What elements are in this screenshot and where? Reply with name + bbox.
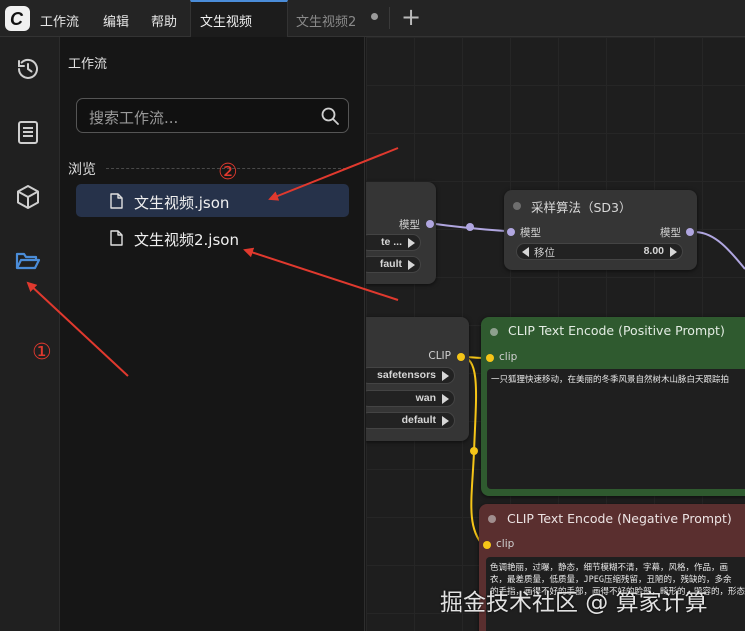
positive-prompt-node[interactable]: CLIP Text Encode (Positive Prompt) clip … — [481, 317, 745, 496]
search-placeholder: 搜索工作流... — [89, 109, 179, 127]
browse-section-label: 浏览 — [68, 162, 96, 178]
node-collapse-dot[interactable] — [513, 202, 521, 210]
widget-field[interactable]: te ... — [366, 234, 421, 251]
file-icon — [110, 230, 123, 246]
history-icon[interactable] — [13, 54, 43, 84]
tab-divider — [389, 7, 390, 29]
panel-title: 工作流 — [68, 57, 108, 72]
workflow-item-label: 文生视频2.json — [134, 231, 239, 249]
node-title: CLIP Text Encode (Positive Prompt) — [508, 323, 725, 338]
workflows-folder-icon[interactable] — [13, 246, 43, 276]
input-label: clip — [499, 351, 518, 363]
model-library-icon[interactable] — [13, 182, 43, 212]
widget-field[interactable]: fault — [366, 256, 421, 273]
menu-edit[interactable]: 编辑 — [103, 11, 129, 30]
workflow-panel: 工作流 搜索工作流... 浏览 文生视频.json 文生视频2.json — [60, 37, 365, 631]
output-slot[interactable] — [457, 353, 465, 361]
prompt-text-line: 色调艳丽，过曝，静态，细节模糊不清，字幕，风格，作品，画 — [490, 563, 729, 573]
file-icon — [110, 193, 123, 209]
node-collapse-dot[interactable] — [488, 515, 496, 523]
prompt-textarea[interactable]: 一只狐狸快速移动，在美丽的冬季风景自然树木山脉白天跟踪拍 — [487, 369, 745, 489]
input-slot[interactable] — [507, 228, 515, 236]
tab-workflow-1[interactable]: 文生视频 — [190, 0, 288, 37]
top-menu-bar: C 工作流 编辑 帮助 文生视频 文生视频2 + — [0, 0, 745, 37]
model-loader-node[interactable]: 模型 te ... fault — [366, 182, 436, 284]
output-label: 模型 — [399, 219, 420, 231]
node-collapse-dot[interactable] — [490, 328, 498, 336]
input-label: clip — [496, 538, 515, 550]
node-title: 采样算法（SD3） — [531, 200, 632, 215]
node-title: CLIP Text Encode (Negative Prompt) — [507, 511, 732, 526]
output-label: 模型 — [660, 227, 681, 239]
input-slot[interactable] — [486, 354, 494, 362]
sidebar-rail — [0, 37, 60, 631]
widget-field[interactable]: safetensors — [366, 367, 455, 384]
watermark-text: 掘金技术社区 @ 算家计算 — [440, 590, 708, 616]
node-canvas[interactable]: 模型 te ... fault 采样算法（SD3） 模型 模型 移位 8.00 … — [366, 37, 745, 631]
menu-workflow[interactable]: 工作流 — [40, 11, 79, 30]
queue-icon[interactable] — [13, 117, 43, 147]
tab-workflow-2[interactable]: 文生视频2 — [296, 11, 356, 30]
workflow-item[interactable]: 文生视频2.json — [76, 221, 349, 254]
unsaved-dot-icon[interactable] — [371, 13, 378, 20]
widget-value: 8.00 — [643, 245, 664, 257]
tab-label: 文生视频 — [200, 15, 253, 30]
sampler-sd3-node[interactable]: 采样算法（SD3） 模型 模型 移位 8.00 — [504, 190, 697, 270]
output-label: CLIP — [428, 350, 451, 362]
widget-label: 移位 — [534, 247, 555, 259]
workflow-item-label: 文生视频.json — [134, 194, 230, 212]
widget-field[interactable]: wan — [366, 390, 455, 407]
shift-widget[interactable]: 移位 8.00 — [516, 243, 683, 260]
search-icon[interactable] — [320, 106, 340, 126]
widget-field[interactable]: default — [366, 412, 455, 429]
workflow-search-input[interactable]: 搜索工作流... — [76, 98, 349, 133]
app-logo[interactable]: C — [5, 6, 30, 31]
input-label: 模型 — [520, 227, 541, 239]
clip-loader-node[interactable]: CLIP safetensors wan default — [366, 317, 469, 441]
logo-letter: C — [10, 9, 23, 29]
menu-help[interactable]: 帮助 — [151, 11, 177, 30]
annotation-marker-1: ① — [32, 340, 52, 365]
output-slot[interactable] — [686, 228, 694, 236]
prompt-text: 一只狐狸快速移动，在美丽的冬季风景自然树木山脉白天跟踪拍 — [491, 375, 730, 385]
annotation-marker-2: ② — [218, 160, 238, 185]
new-tab-button[interactable]: + — [401, 3, 421, 31]
workflow-item[interactable]: 文生视频.json — [76, 184, 349, 217]
output-slot[interactable] — [426, 220, 434, 228]
input-slot[interactable] — [483, 541, 491, 549]
